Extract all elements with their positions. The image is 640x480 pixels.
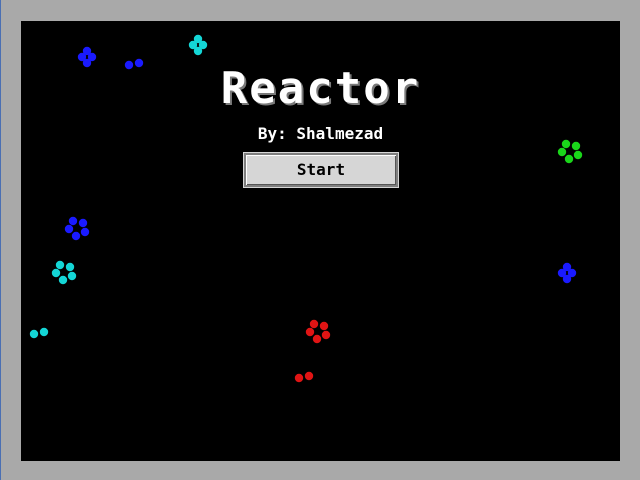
author-credit: By: Shalmezad [257,124,384,143]
red-particle-cluster [305,318,332,344]
cyan-particle-cluster [51,259,78,285]
atom [304,371,314,381]
atom [193,46,203,56]
green-particle-cluster [557,138,584,164]
game-title: Reactor [220,63,421,114]
atom [294,373,304,383]
atom [193,34,203,44]
start-button[interactable]: Start [243,152,399,188]
blue-particle-cluster [64,215,91,241]
atom [82,58,92,68]
atom [321,330,331,340]
atom [562,262,572,272]
atom [124,60,134,70]
atom [82,46,92,56]
red-particle-cluster [293,366,319,390]
atom [65,262,75,272]
atom [39,327,49,337]
atom [564,154,574,164]
atom [29,329,39,339]
blue-particle-cluster [76,46,102,73]
atom [573,150,583,160]
atom [80,227,90,237]
cyan-particle-cluster [187,34,213,61]
atom [64,224,74,234]
atom [312,334,322,344]
atom [55,260,65,270]
window-edge [0,0,1,480]
atom [78,218,88,228]
atom [561,139,571,149]
atom [71,231,81,241]
atom [134,58,144,68]
atom [305,327,315,337]
atom [51,268,61,278]
atom [319,321,329,331]
blue-particle-cluster [556,262,582,289]
cyan-particle-cluster [28,322,54,346]
atom [557,147,567,157]
blue-particle-cluster [123,53,149,77]
atom [571,141,581,151]
atom [309,319,319,329]
atom [58,275,68,285]
atom [67,271,77,281]
game-stage[interactable]: Reactor By: Shalmezad Start [21,21,620,461]
atom [562,274,572,284]
atom [68,216,78,226]
